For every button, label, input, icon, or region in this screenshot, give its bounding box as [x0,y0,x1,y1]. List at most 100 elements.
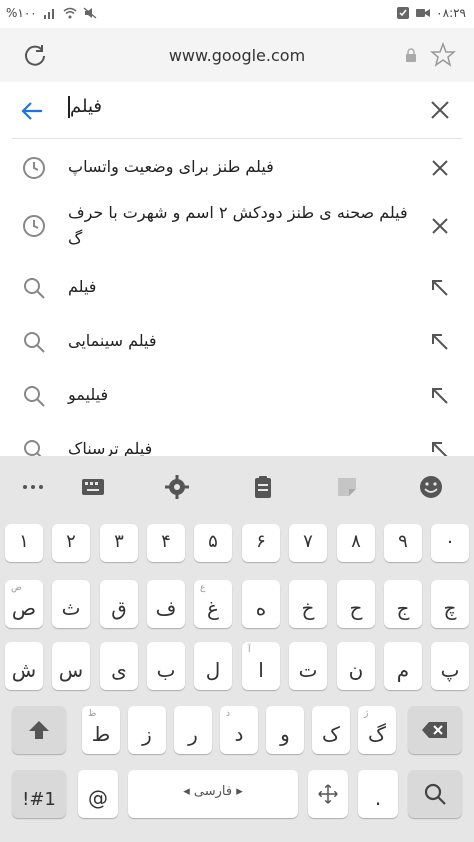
cursor-move-icon [318,784,338,804]
letter-key[interactable]: چ [431,580,469,628]
number-key[interactable]: ۱ [5,524,43,562]
letter-key[interactable]: ر [174,706,212,754]
number-key[interactable]: ۶ [242,524,280,562]
key-label: ب [156,658,176,682]
letter-key[interactable]: ن [337,642,375,690]
sticker-icon[interactable] [334,474,360,500]
number-key[interactable]: ۴ [147,524,185,562]
number-key[interactable]: ۰ [431,524,469,562]
space-label-text: فارسی [193,784,233,799]
letter-key[interactable]: ق [100,580,138,628]
right-chevron-icon: ▸ [232,784,243,799]
number-key[interactable]: ۳ [100,524,138,562]
backspace-key[interactable] [408,706,462,754]
letter-key[interactable]: ظط [82,706,120,754]
search-key[interactable] [408,770,462,818]
letter-key[interactable]: خ [289,580,327,628]
search-icon [24,332,45,353]
key-label: ق [111,596,127,620]
clear-icon[interactable] [428,98,452,122]
url-text[interactable]: www.google.com [0,46,474,65]
back-arrow-icon[interactable] [20,98,46,124]
insert-arrow-icon[interactable] [430,386,450,406]
key-label: ن [348,658,364,682]
letter-key[interactable]: ه [242,580,280,628]
more-icon[interactable] [20,474,46,500]
suggestion-text: فیلم طنز برای وضعیت واتساپ [68,157,274,176]
key-label: ر [188,722,198,746]
letter-key[interactable]: ج [384,580,422,628]
search-row: فیلم [0,82,474,138]
number-key[interactable]: ۵ [194,524,232,562]
backspace-icon [422,722,447,738]
search-icon [424,783,446,805]
suggestion-item[interactable]: فیلم ترسناک [0,424,474,461]
left-chevron-icon: ◂ [183,784,194,799]
suggestion-item[interactable]: فیلم سینمایی [0,316,474,370]
letter-key[interactable]: س [52,642,90,690]
video-icon [416,9,431,17]
letter-key[interactable]: ی [100,642,138,690]
search-icon [24,278,45,299]
number-key[interactable]: ۸ [337,524,375,562]
letter-key[interactable]: ح [337,580,375,628]
shift-key[interactable] [12,706,66,754]
insert-arrow-icon[interactable] [430,278,450,298]
suggestion-item[interactable]: فیلم [0,262,474,316]
number-key[interactable]: ۲ [52,524,90,562]
space-key[interactable]: ◂ فارسی ▸ [128,770,298,818]
key-hint: آ [248,645,251,655]
keyboard-icon[interactable] [80,474,106,500]
key-label: ف [155,596,177,620]
letter-key[interactable]: ت [289,642,327,690]
settings-icon[interactable] [164,474,190,500]
letter-key[interactable]: ضص [5,580,43,628]
letter-key[interactable]: ب [147,642,185,690]
key-label: چ [443,596,457,620]
letter-key[interactable]: ل [194,642,232,690]
period-key[interactable]: . [358,770,398,818]
number-key[interactable]: ۹ [384,524,422,562]
key-label: ح [349,596,363,620]
search-input[interactable]: فیلم [66,96,102,118]
letter-key[interactable]: ک [312,706,350,754]
key-label: ۰ [445,531,455,552]
emoji-icon[interactable] [418,474,444,500]
suggestion-text: فیلم [68,277,97,296]
key-label: ۵ [208,531,218,552]
wifi-icon [63,7,77,19]
cursor-key[interactable] [308,770,348,818]
search-query-text: فیلم [70,96,102,117]
suggestion-item[interactable]: فیلیمو [0,370,474,424]
key-hint: ع [200,583,206,593]
insert-arrow-icon[interactable] [430,332,450,352]
letter-key[interactable]: و [266,706,304,754]
letter-key[interactable]: ث [52,580,90,628]
key-label: ط [91,722,111,746]
letter-key[interactable]: ز [128,706,166,754]
key-label: م [396,658,410,682]
clipboard-icon[interactable] [250,474,276,500]
status-bar: %۱۰۰ ۰۸:۲۹ [0,0,474,28]
key-label: د [234,722,244,746]
suggestion-item[interactable]: فیلم طنز برای وضعیت واتساپ [0,142,474,196]
suggestion-text: فیلم سینمایی [68,331,157,350]
letter-key[interactable]: عغ [194,580,232,628]
remove-icon[interactable] [430,216,450,236]
suggestion-item[interactable]: فیلم صحنه ی طنز دودکش ۲ اسم و شهرت با حر… [0,196,474,262]
letter-key[interactable]: ذد [220,706,258,754]
remove-icon[interactable] [430,158,450,178]
number-key[interactable]: ۷ [289,524,327,562]
letter-key[interactable]: ف [147,580,185,628]
star-icon[interactable] [430,42,456,68]
key-label: ۸ [351,531,361,552]
letter-key[interactable]: ژگ [358,706,396,754]
letter-key[interactable]: م [384,642,422,690]
keyboard: ۱۲۳۴ ۵ ۶۷ ۸ ۹ ۰ ضصثق ف عغهخحجچ شسیبلآاتن مپ ظطزر ذد و… [0,456,474,842]
letter-key[interactable]: ش [5,642,43,690]
letter-key[interactable]: آا [242,642,280,690]
key-label: و [280,722,290,746]
letter-key[interactable]: پ [431,642,469,690]
at-key[interactable]: @ [78,770,118,818]
symbols-key[interactable]: !#1 [12,770,66,818]
